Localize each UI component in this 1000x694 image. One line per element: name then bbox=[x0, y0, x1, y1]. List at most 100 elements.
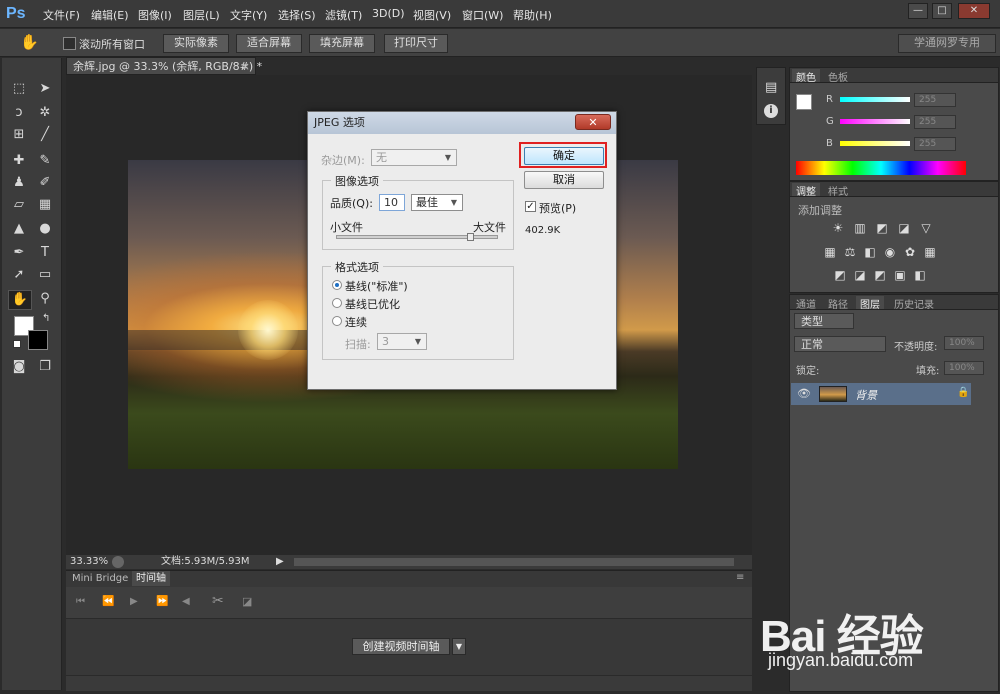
quality-preset-select[interactable]: 最佳 ▼ bbox=[411, 194, 463, 211]
history-brush-icon[interactable]: ✐ bbox=[34, 174, 56, 192]
preview-label[interactable]: 预览(P) bbox=[539, 200, 576, 216]
radio-baseline-standard[interactable] bbox=[332, 280, 342, 290]
zoom-tool-icon[interactable]: ⚲ bbox=[34, 290, 56, 308]
dialog-close-button[interactable]: ✕ bbox=[575, 114, 611, 130]
photo-filter-icon[interactable]: ◉ bbox=[882, 246, 898, 259]
eyedropper-icon[interactable]: ╱ bbox=[34, 126, 56, 144]
tab-history[interactable]: 历史记录 bbox=[890, 296, 938, 311]
tab-swatches[interactable]: 色板 bbox=[824, 69, 852, 84]
r-value[interactable]: 255 bbox=[914, 93, 956, 107]
swap-colors-icon[interactable]: ↰ bbox=[42, 313, 50, 324]
quality-input[interactable]: 10 bbox=[379, 194, 405, 211]
screen-mode-icon[interactable]: ❐ bbox=[34, 358, 56, 376]
play-icon[interactable]: ▶ bbox=[130, 596, 138, 607]
radio-baseline-optimized[interactable] bbox=[332, 298, 342, 308]
move-tool-icon[interactable]: ➤ bbox=[34, 80, 56, 98]
brush-tool-icon[interactable]: ✎ bbox=[34, 152, 56, 170]
exposure-icon[interactable]: ◪ bbox=[896, 222, 912, 235]
actual-pixels-button[interactable]: 实际像素 bbox=[163, 34, 229, 53]
menu-window[interactable]: 窗口(W) bbox=[462, 7, 503, 23]
clone-stamp-icon[interactable]: ♟ bbox=[8, 174, 30, 192]
next-frame-icon[interactable]: ⏩ bbox=[156, 596, 168, 607]
selective-color-icon[interactable]: ▣ bbox=[892, 269, 908, 282]
gradient-tool-icon[interactable]: ▦ bbox=[34, 196, 56, 214]
type-tool-icon[interactable]: T bbox=[34, 244, 56, 262]
hand-tool-icon[interactable]: ✋ bbox=[8, 290, 32, 310]
fill-screen-button[interactable]: 填充屏幕 bbox=[309, 34, 375, 53]
cancel-button[interactable]: 取消 bbox=[524, 171, 604, 189]
default-colors-icon[interactable] bbox=[13, 340, 21, 348]
history-panel-icon[interactable]: ▤ bbox=[765, 80, 777, 95]
marquee-tool-icon[interactable]: ⬚ bbox=[8, 80, 30, 98]
tab-timeline[interactable]: 时间轴 bbox=[132, 571, 170, 586]
opacity-value[interactable]: 100% bbox=[944, 336, 984, 350]
channel-mixer-icon[interactable]: ✿ bbox=[902, 246, 918, 259]
baseline-optimized-label[interactable]: 基线已优化 bbox=[345, 296, 400, 312]
menu-3d[interactable]: 3D(D) bbox=[372, 7, 405, 20]
quality-slider[interactable] bbox=[336, 233, 498, 241]
crop-tool-icon[interactable]: ⊞ bbox=[8, 126, 30, 144]
b-value[interactable]: 255 bbox=[914, 137, 956, 151]
tab-paths[interactable]: 路径 bbox=[824, 296, 852, 311]
timeline-dropdown-icon[interactable]: ▼ bbox=[452, 638, 466, 655]
preview-checkbox[interactable]: ✓ bbox=[525, 201, 536, 212]
healing-brush-icon[interactable]: ✚ bbox=[8, 152, 30, 170]
status-arrow-icon[interactable]: ▶ bbox=[276, 555, 284, 569]
info-icon[interactable]: i bbox=[764, 104, 778, 118]
tab-styles[interactable]: 样式 bbox=[824, 183, 852, 198]
radio-progressive[interactable] bbox=[332, 316, 342, 326]
quality-slider-thumb[interactable] bbox=[467, 233, 475, 241]
restore-button[interactable]: □ bbox=[932, 3, 952, 19]
dodge-tool-icon[interactable]: ● bbox=[34, 220, 56, 238]
close-tab-icon[interactable]: × bbox=[241, 58, 250, 75]
menu-filter[interactable]: 滤镜(T) bbox=[325, 7, 362, 23]
curves-icon[interactable]: ◩ bbox=[874, 222, 890, 235]
levels-icon[interactable]: ▥ bbox=[852, 222, 868, 235]
progressive-label[interactable]: 连续 bbox=[345, 314, 367, 330]
fit-screen-button[interactable]: 适合屏幕 bbox=[236, 34, 302, 53]
g-slider[interactable] bbox=[840, 119, 910, 124]
transition-icon[interactable]: ◪ bbox=[242, 595, 252, 608]
layer-row-background[interactable]: 👁 背景 🔒 bbox=[791, 383, 971, 405]
posterize-icon[interactable]: ◪ bbox=[852, 269, 868, 282]
color-lookup-icon[interactable]: ▦ bbox=[922, 246, 938, 259]
menu-type[interactable]: 文字(Y) bbox=[230, 7, 267, 23]
layer-name[interactable]: 背景 bbox=[855, 387, 877, 403]
close-button[interactable]: ✕ bbox=[958, 3, 990, 19]
fill-value[interactable]: 100% bbox=[944, 361, 984, 375]
layer-filter-select[interactable]: 类型 bbox=[794, 313, 854, 329]
rectangle-tool-icon[interactable]: ▭ bbox=[34, 266, 56, 284]
brightness-icon[interactable]: ☀ bbox=[830, 222, 846, 235]
path-select-icon[interactable]: ➚ bbox=[8, 266, 30, 284]
tab-mini-bridge[interactable]: Mini Bridge bbox=[68, 571, 132, 586]
menu-help[interactable]: 帮助(H) bbox=[513, 7, 552, 23]
blur-tool-icon[interactable]: ▲ bbox=[8, 220, 30, 238]
menu-image[interactable]: 图像(I) bbox=[138, 7, 172, 23]
ok-button[interactable]: 确定 bbox=[524, 147, 604, 165]
minimize-button[interactable]: — bbox=[908, 3, 928, 19]
r-slider[interactable] bbox=[840, 97, 910, 102]
magic-wand-icon[interactable]: ✲ bbox=[34, 104, 56, 122]
lasso-tool-icon[interactable]: ↄ bbox=[8, 104, 30, 122]
menu-layer[interactable]: 图层(L) bbox=[183, 7, 220, 23]
horizontal-scrollbar[interactable] bbox=[294, 558, 734, 566]
gradient-map-icon[interactable]: ◧ bbox=[912, 269, 928, 282]
color-balance-icon[interactable]: ⚖ bbox=[842, 246, 858, 259]
first-frame-icon[interactable]: ⏮ bbox=[76, 596, 85, 607]
b-slider[interactable] bbox=[840, 141, 910, 146]
audio-icon[interactable]: ◀ bbox=[182, 596, 190, 607]
threshold-icon[interactable]: ◩ bbox=[872, 269, 888, 282]
hand-tool-icon[interactable]: ✋ bbox=[20, 33, 39, 51]
create-video-timeline-button[interactable]: 创建视频时间轴 bbox=[352, 638, 450, 655]
black-white-icon[interactable]: ◧ bbox=[862, 246, 878, 259]
prev-frame-icon[interactable]: ⏪ bbox=[102, 596, 114, 607]
tab-layers[interactable]: 图层 bbox=[856, 296, 884, 311]
pen-tool-icon[interactable]: ✒ bbox=[8, 244, 30, 262]
g-value[interactable]: 255 bbox=[914, 115, 956, 129]
print-size-button[interactable]: 打印尺寸 bbox=[384, 34, 448, 53]
invert-icon[interactable]: ◩ bbox=[832, 269, 848, 282]
zoom-level[interactable]: 33.33% bbox=[70, 555, 108, 569]
document-tab[interactable]: 余辉.jpg @ 33.3% (余辉, RGB/8#) * × bbox=[66, 57, 262, 75]
status-menu-icon[interactable] bbox=[112, 556, 124, 568]
menu-edit[interactable]: 编辑(E) bbox=[91, 7, 129, 23]
